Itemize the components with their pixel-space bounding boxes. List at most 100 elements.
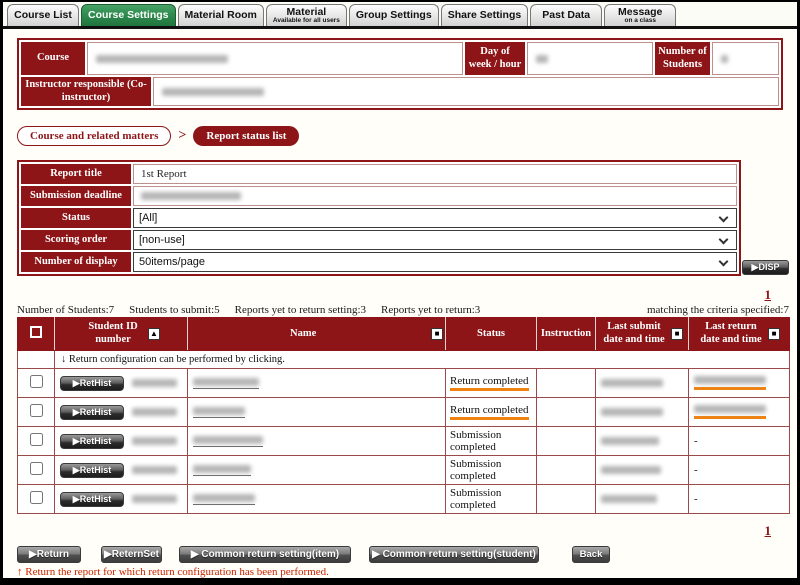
page-content: Course Day of week / hour Number of Stud… — [3, 29, 797, 578]
status-header: Status — [446, 318, 537, 351]
row-checkbox[interactable] — [30, 491, 43, 504]
breadcrumb: Course and related matters > Report stat… — [17, 126, 783, 146]
tab-past-data[interactable]: Past Data — [530, 4, 602, 26]
row-checkbox[interactable] — [30, 462, 43, 475]
sort-last-return-icon[interactable]: ■ — [768, 328, 780, 340]
student-name-cell — [188, 369, 446, 398]
student-id-header: Student ID number▲ — [55, 318, 188, 351]
matching-criteria-count: matching the criteria specified:7 — [647, 304, 789, 316]
status-cell: Return completed — [446, 369, 537, 398]
common-return-setting-student-button[interactable]: ▶ Common return setting(student) — [369, 546, 539, 563]
status-filter-label: Status — [21, 208, 131, 228]
back-button[interactable]: Back — [572, 546, 610, 563]
status-filter-cell: [All] — [133, 208, 737, 228]
tab-bar: Course List Course Settings Material Roo… — [3, 2, 797, 29]
student-id-cell: ▶RetHist — [55, 427, 188, 456]
sort-name-icon[interactable]: ■ — [431, 328, 443, 340]
breadcrumb-parent-link[interactable]: Course and related matters — [17, 126, 171, 146]
table-row: ▶RetHist Submission completed - — [18, 485, 790, 514]
tab-sublabel: Available for all users — [273, 18, 340, 25]
common-return-setting-item-button[interactable]: ▶ Common return setting(item) — [179, 546, 351, 563]
sort-student-id-icon[interactable]: ▲ — [148, 328, 160, 340]
no-return-date: - — [689, 464, 698, 476]
table-row: ▶RetHist Return completed — [18, 369, 790, 398]
page-1-link[interactable]: 1 — [765, 523, 772, 538]
display-count-select[interactable]: 50items/page — [133, 252, 737, 272]
tab-label: Course List — [14, 10, 72, 21]
redacted-submit-date — [601, 408, 663, 416]
rethist-button[interactable]: ▶RetHist — [60, 376, 124, 391]
rethist-button[interactable]: ▶RetHist — [60, 434, 124, 449]
row-checkbox[interactable] — [30, 375, 43, 388]
row-checkbox-cell — [18, 456, 55, 485]
student-name-cell — [188, 398, 446, 427]
redacted-submit-date — [601, 466, 661, 474]
tab-course-settings[interactable]: Course Settings — [81, 4, 176, 26]
display-count-row: Number of display 50items/page — [21, 252, 737, 272]
report-title-label: Report title — [21, 164, 131, 184]
redacted-course-name — [96, 55, 228, 63]
course-info-table: Course Day of week / hour Number of Stud… — [17, 38, 783, 110]
breadcrumb-separator: > — [178, 128, 186, 144]
status-text: Return completed — [450, 375, 529, 391]
table-row: ▶RetHist Return completed — [18, 398, 790, 427]
filter-table: Report title 1st Report Submission deadl… — [17, 160, 741, 276]
row-checkbox-cell — [18, 398, 55, 427]
status-select[interactable]: [All] — [133, 208, 737, 228]
report-status-table: Student ID number▲ Name■ Status Instruct… — [17, 317, 790, 514]
scoring-order-select[interactable]: [non-use] — [133, 230, 737, 250]
student-name-link[interactable] — [193, 378, 259, 389]
disp-button[interactable]: ▶DISP — [742, 260, 789, 275]
redacted-student-name — [193, 378, 259, 386]
pagination-top: 1 — [17, 287, 783, 303]
row-checkbox[interactable] — [30, 433, 43, 446]
display-count-value: 50items/page — [139, 256, 205, 268]
redacted-count-value — [721, 55, 728, 63]
scoring-order-label: Scoring order — [21, 230, 131, 250]
tab-material[interactable]: Material Available for all users — [266, 4, 347, 26]
rethist-button[interactable]: ▶RetHist — [60, 405, 124, 420]
instruction-cell — [537, 427, 596, 456]
student-name-link[interactable] — [193, 494, 255, 505]
tab-label: Course Settings — [88, 10, 169, 21]
tab-label: Share Settings — [448, 10, 522, 21]
tab-course-list[interactable]: Course List — [7, 4, 79, 26]
instruction-cell — [537, 369, 596, 398]
tab-message[interactable]: Message on a class — [604, 4, 676, 26]
return-button[interactable]: ▶Return — [17, 546, 81, 563]
deadline-value — [133, 186, 737, 206]
student-name-link[interactable] — [193, 436, 263, 447]
student-name-link[interactable] — [193, 407, 245, 418]
redacted-instructor-name — [162, 88, 264, 96]
tab-material-room[interactable]: Material Room — [178, 4, 264, 26]
redacted-student-name — [193, 407, 245, 415]
select-all-checkbox[interactable] — [30, 326, 42, 338]
student-name-link[interactable] — [193, 465, 251, 476]
sort-last-submit-icon[interactable]: ■ — [671, 328, 683, 340]
last-submit-cell — [596, 369, 689, 398]
redacted-return-date — [694, 405, 766, 413]
row-checkbox[interactable] — [30, 404, 43, 417]
last-return-header-label: Last return date and time — [698, 321, 764, 346]
status-text: Return completed — [450, 404, 529, 420]
last-return-cell: - — [689, 456, 790, 485]
instruction-cell — [537, 485, 596, 514]
day-of-week-value — [527, 42, 653, 75]
student-name-cell — [188, 456, 446, 485]
scoring-order-row: Scoring order [non-use] — [21, 230, 737, 250]
rethist-button[interactable]: ▶RetHist — [60, 492, 124, 507]
retern-set-button[interactable]: ▶ReternSet — [101, 546, 162, 563]
student-name-cell — [188, 485, 446, 514]
page-1-link[interactable]: 1 — [765, 287, 772, 302]
redacted-student-id — [132, 437, 177, 445]
tab-label: Message — [618, 7, 662, 18]
return-date-underlined — [694, 405, 766, 419]
rethist-button[interactable]: ▶RetHist — [60, 463, 124, 478]
tab-group-settings[interactable]: Group Settings — [349, 4, 439, 26]
scoring-order-cell: [non-use] — [133, 230, 737, 250]
instructor-value — [153, 77, 779, 106]
student-id-cell: ▶RetHist — [55, 456, 188, 485]
redacted-student-name — [193, 436, 263, 444]
return-footnote: ↑ Return the report for which return con… — [17, 566, 783, 578]
tab-share-settings[interactable]: Share Settings — [441, 4, 529, 26]
